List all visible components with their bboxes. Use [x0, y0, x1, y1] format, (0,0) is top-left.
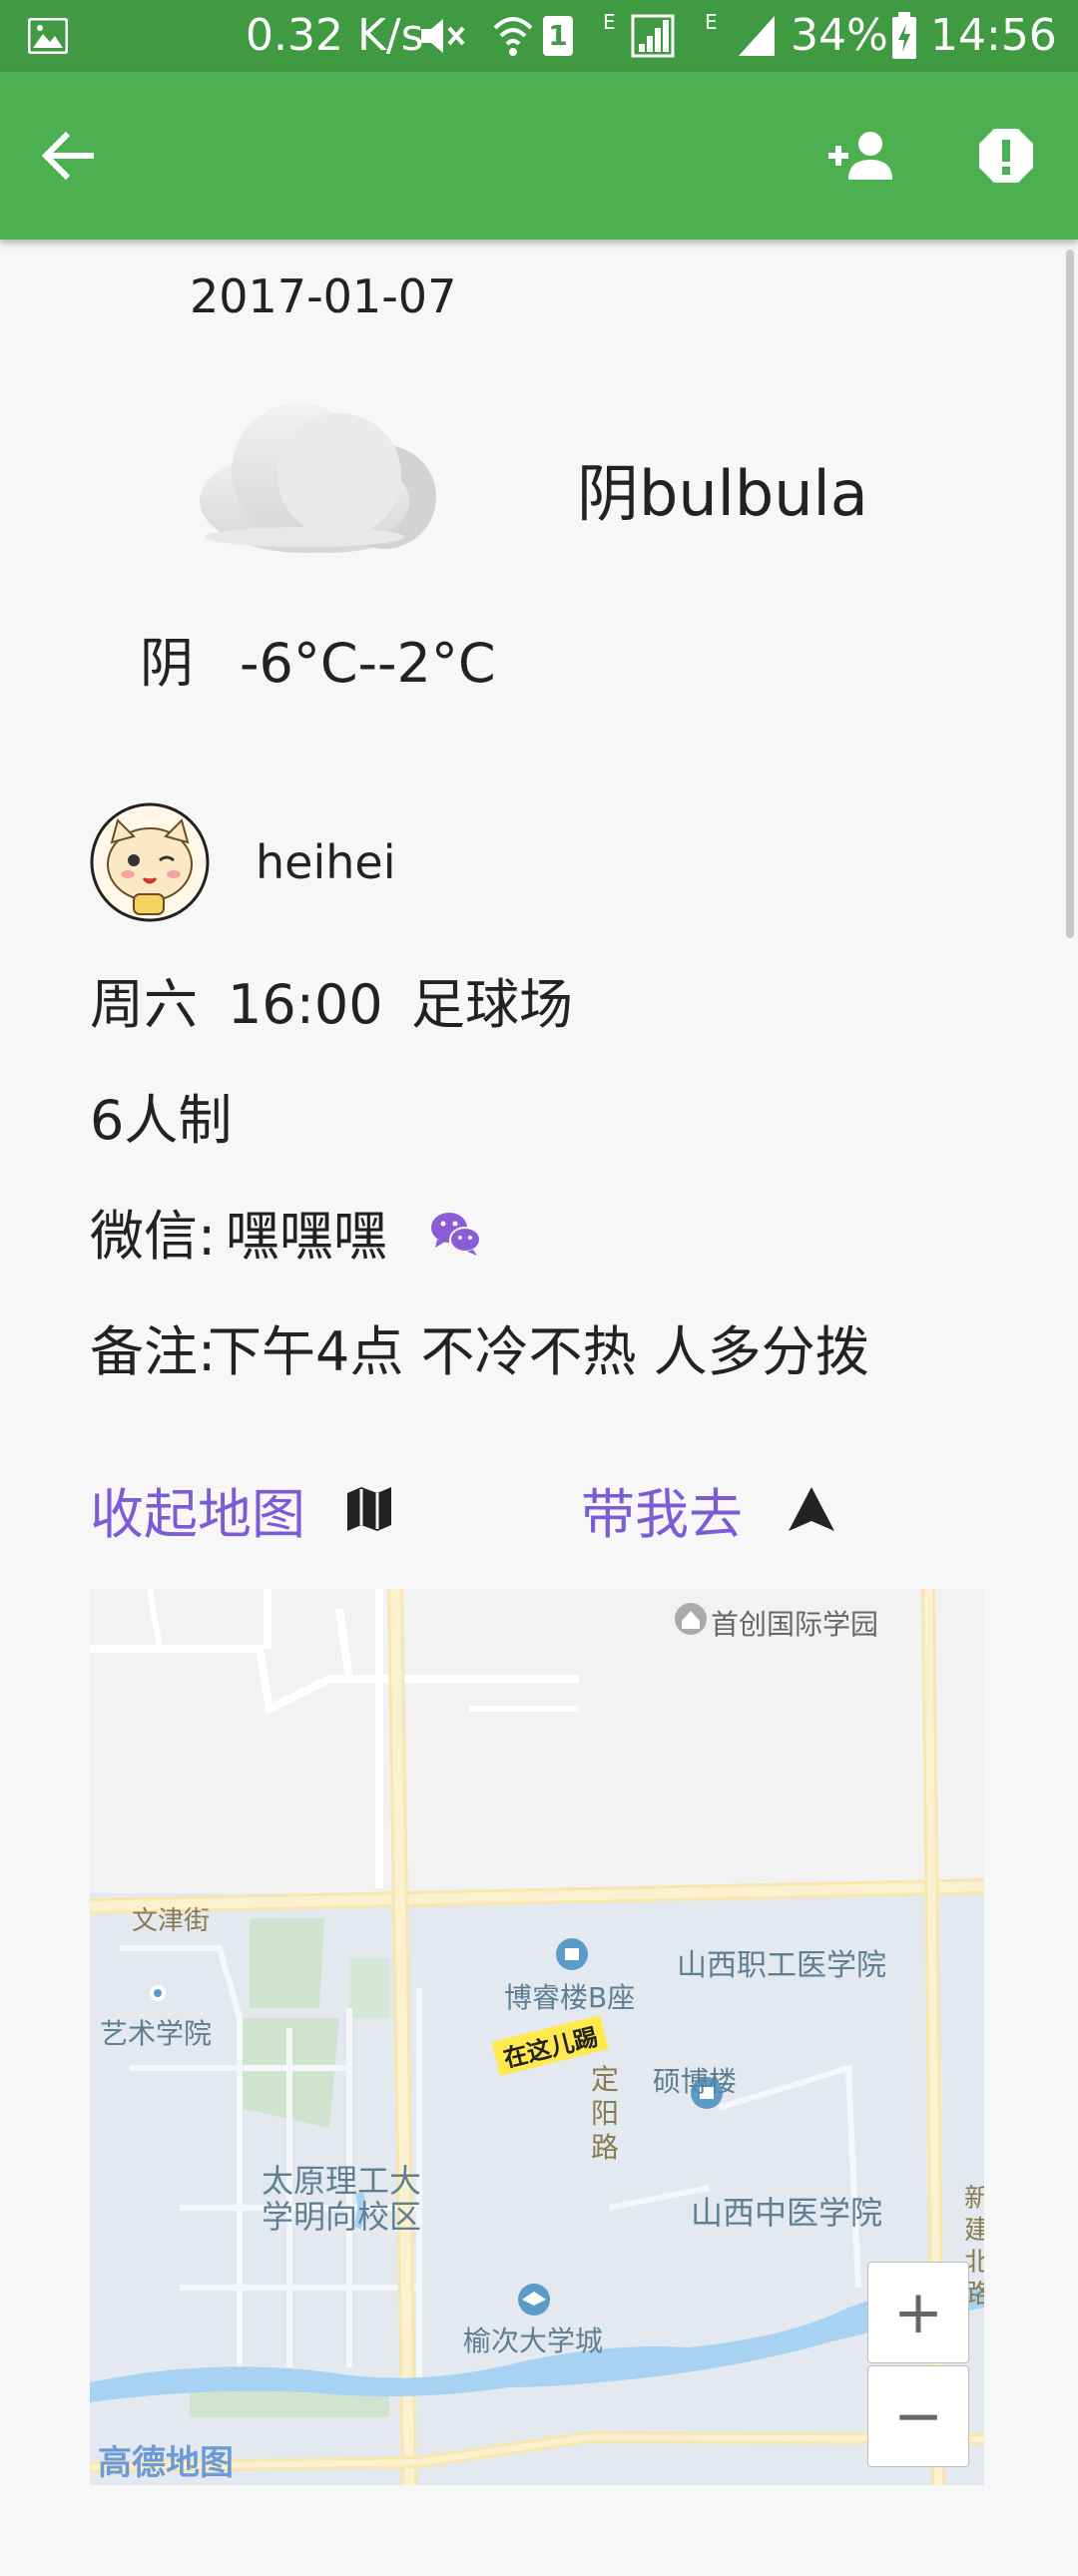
map-label-vocational-college: 山西职工医学院 — [677, 1948, 886, 1983]
wechat-icon[interactable] — [429, 1210, 483, 1258]
map-label-road-dingyang-3: 路 — [591, 2131, 620, 2164]
note-value: 下午4点 不冷不热 人多分拨 — [208, 1320, 869, 1383]
map-label-shuobo: 硕博楼 — [653, 2065, 738, 2098]
status-bar: 0.32 K/s 1 E E 34% 14:56 — [0, 0, 1078, 72]
map-label-university-city: 榆次大学城 — [463, 2324, 604, 2357]
network-type-1: E — [603, 10, 616, 34]
username: heihei — [256, 835, 396, 889]
wifi-icon — [493, 17, 533, 56]
wechat-value: 嘿嘿嘿 — [226, 1205, 387, 1268]
map-icon — [347, 1487, 391, 1531]
zoom-in-button[interactable]: + — [867, 2262, 969, 2363]
weather-condition: 阴 — [140, 632, 194, 695]
collapse-map-label: 收起地图 — [90, 1482, 305, 1546]
wechat-label: 微信: — [90, 1205, 217, 1268]
map-label-school-top: 首创国际学园 — [711, 1608, 879, 1641]
map-view[interactable]: 首创国际学园 文津街 艺术学院 博睿楼B座 在这儿踢 山西职工医学院 硕博楼 定… — [90, 1589, 984, 2485]
collapse-map-button[interactable]: 收起地图 — [90, 1469, 393, 1549]
gallery-notification-icon — [28, 18, 68, 54]
app-bar — [0, 72, 1078, 240]
navigation-arrow-icon — [789, 1487, 834, 1531]
scrollbar[interactable] — [1066, 250, 1074, 938]
signal-icon-2 — [739, 16, 775, 56]
map-label-tut-line2: 学明向校区 — [262, 2198, 422, 2236]
map-label-boruilou: 博睿楼B座 — [504, 1981, 636, 2014]
battery-percent: 34% — [791, 10, 888, 61]
battery-charging-icon — [892, 12, 916, 59]
sim-badge: 1 — [543, 16, 573, 56]
map-brand-logo: 高德地图 — [98, 2443, 234, 2483]
weather-date: 2017-01-07 — [190, 269, 457, 323]
report-icon — [979, 129, 1033, 183]
zoom-out-button[interactable]: − — [867, 2365, 969, 2467]
weather-temperature: -6°C--2°C — [240, 632, 496, 695]
network-speed: 0.32 K/s — [246, 10, 424, 61]
mute-icon — [421, 19, 465, 53]
back-button[interactable] — [20, 108, 116, 204]
clock: 14:56 — [930, 10, 1057, 61]
game-format: 6人制 — [90, 1089, 233, 1152]
game-day: 周六 — [90, 973, 198, 1036]
cloud-icon — [200, 403, 436, 553]
game-time: 16:00 — [228, 973, 383, 1036]
map-label-art-school: 艺术学院 — [100, 2017, 213, 2050]
game-place: 足球场 — [411, 973, 573, 1036]
report-button[interactable] — [958, 108, 1054, 204]
avatar[interactable] — [90, 802, 210, 922]
add-friend-button[interactable] — [814, 108, 910, 204]
person-add-icon — [828, 132, 892, 180]
arrow-back-icon — [41, 131, 94, 181]
signal-icon — [631, 14, 675, 58]
network-type-2: E — [705, 10, 718, 34]
weather-condition-note: 阴bulbula — [577, 457, 868, 530]
map-label-tcm-college: 山西中医学院 — [691, 2194, 883, 2232]
note-label: 备注: — [90, 1320, 217, 1383]
navigate-label: 带我去 — [581, 1482, 743, 1546]
navigate-button[interactable]: 带我去 — [581, 1469, 836, 1549]
map-label-road-wenjin: 文津街 — [132, 1906, 211, 1936]
